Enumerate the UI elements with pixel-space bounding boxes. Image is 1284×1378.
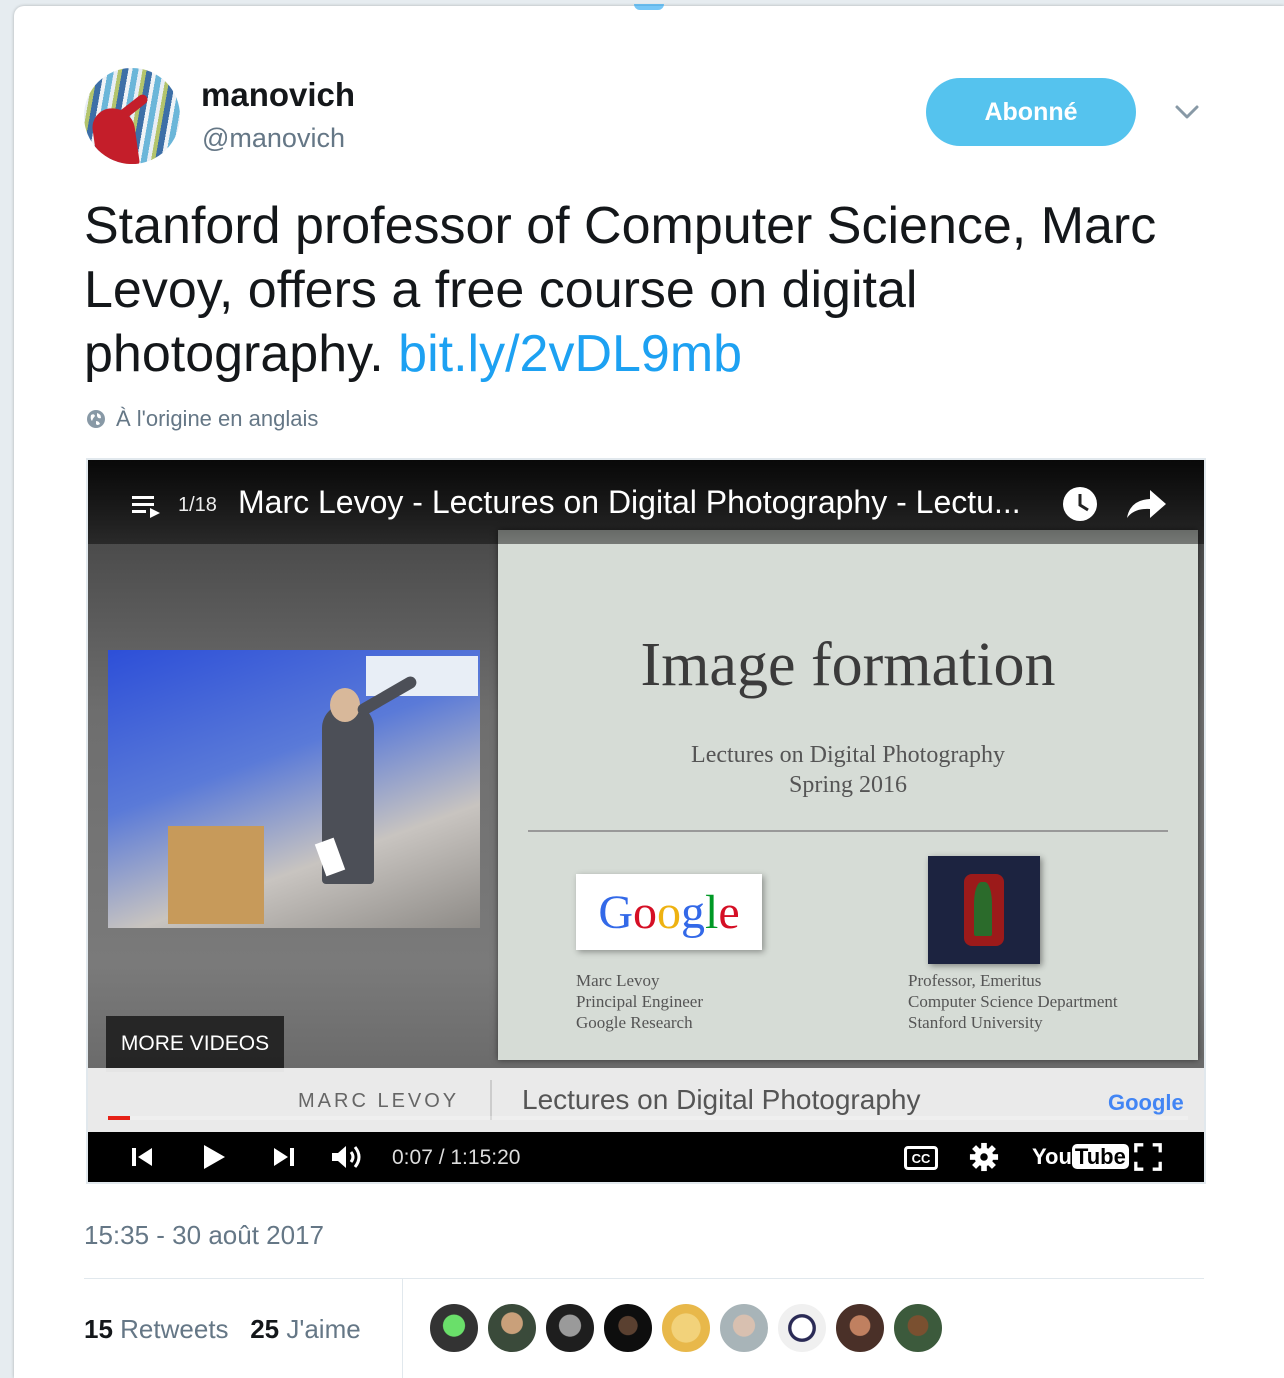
previous-icon[interactable] <box>128 1142 158 1172</box>
credit-right-line: Professor, Emeritus <box>908 971 1042 990</box>
avatar-arm <box>116 92 150 122</box>
liker-avatar[interactable] <box>428 1302 480 1354</box>
avatar[interactable] <box>84 68 180 164</box>
liker-avatar[interactable] <box>602 1302 654 1354</box>
settings-icon[interactable] <box>968 1142 1000 1172</box>
liker-avatar[interactable] <box>544 1302 596 1354</box>
liker-avatar[interactable] <box>834 1302 886 1354</box>
share-icon[interactable] <box>1124 486 1168 522</box>
translation-note: À l'origine en anglais <box>86 406 318 432</box>
lower-third-brand: Google <box>1108 1090 1184 1115</box>
playlist-count: 1/18 <box>178 494 217 516</box>
retweets-count[interactable]: 15 <box>84 1314 113 1344</box>
youtube-you: You <box>1032 1144 1072 1169</box>
liker-avatar[interactable] <box>660 1302 712 1354</box>
tweet-card: manovich @manovich Abonné Stanford profe… <box>14 4 1284 1378</box>
next-icon[interactable] <box>268 1142 298 1172</box>
tweet-text: Stanford professor of Computer Science, … <box>84 194 1224 386</box>
follow-button[interactable]: Abonné <box>926 78 1136 146</box>
slide-title: Image formation <box>640 631 1056 699</box>
chevron-down-icon[interactable] <box>1174 102 1200 122</box>
stanford-logo <box>928 856 1040 964</box>
progress-bar[interactable] <box>108 1116 1188 1120</box>
credit-right-line: Computer Science Department <box>908 992 1118 1011</box>
liker-avatar[interactable] <box>892 1302 944 1354</box>
progress-fill <box>108 1116 130 1120</box>
stanford-tree <box>974 882 992 936</box>
tweet-timestamp[interactable]: 15:35 - 30 août 2017 <box>84 1220 324 1251</box>
credit-left-line: Marc Levoy <box>576 971 660 990</box>
clock-icon[interactable] <box>1060 484 1100 524</box>
slide-date: Spring 2016 <box>788 772 907 798</box>
credit-left: Marc Levoy Principal Engineer Google Res… <box>576 970 703 1033</box>
credit-left-line: Google Research <box>576 1013 693 1032</box>
user-handle[interactable]: @manovich <box>202 123 345 154</box>
divider <box>84 1278 1204 1279</box>
credit-right-line: Stanford University <box>908 1013 1043 1032</box>
lecture-slide: Image formation Lectures on Digital Phot… <box>498 530 1198 1060</box>
top-edge-indicator <box>634 4 664 10</box>
speaker-inset <box>108 650 480 928</box>
credit-left-line: Principal Engineer <box>576 992 703 1011</box>
player-controls: 0:07 / 1:15:20 CC You Tube <box>88 1132 1204 1182</box>
globe-icon <box>87 410 105 428</box>
google-logo: Google <box>576 874 762 950</box>
play-icon[interactable] <box>198 1142 228 1172</box>
playlist-icon[interactable] <box>130 492 164 522</box>
likes-label[interactable]: J'aime <box>286 1314 360 1344</box>
likes-count[interactable]: 25 <box>250 1314 279 1344</box>
time-display: 0:07 / 1:15:20 <box>392 1146 521 1169</box>
volume-icon[interactable] <box>328 1142 368 1172</box>
avatar-figure <box>90 105 140 164</box>
tweet-link[interactable]: bit.ly/2vDL9mb <box>398 325 742 383</box>
retweets-label[interactable]: Retweets <box>120 1314 228 1344</box>
inset-speaker-head <box>330 688 360 722</box>
captions-button[interactable]: CC <box>904 1146 938 1170</box>
inset-podium <box>168 826 264 924</box>
display-name[interactable]: manovich <box>201 76 355 114</box>
lower-third-series: Lectures on Digital Photography <box>522 1084 921 1115</box>
liker-avatar[interactable] <box>776 1302 828 1354</box>
more-videos-button[interactable]: MORE VIDEOS <box>106 1016 284 1072</box>
liker-avatar[interactable] <box>718 1302 770 1354</box>
fullscreen-icon[interactable] <box>1132 1142 1164 1172</box>
liker-avatars <box>428 1302 944 1354</box>
youtube-tube: Tube <box>1071 1144 1129 1169</box>
translation-label: À l'origine en anglais <box>116 406 319 431</box>
lower-third-name: MARC LEVOY <box>298 1090 460 1112</box>
slide-subtitle: Lectures on Digital Photography <box>691 742 1005 768</box>
liker-avatar[interactable] <box>486 1302 538 1354</box>
lower-third-separator <box>490 1080 492 1120</box>
lower-third: MARC LEVOY Lectures on Digital Photograp… <box>88 1068 1204 1132</box>
slide-divider <box>528 830 1168 832</box>
youtube-logo[interactable]: You Tube <box>1032 1144 1129 1170</box>
video-title[interactable]: Marc Levoy - Lectures on Digital Photogr… <box>238 484 1021 521</box>
stats-divider <box>402 1278 403 1378</box>
tweet-stats: 15 Retweets 25 J'aime <box>84 1314 361 1345</box>
video-top-bar: 1/18 Marc Levoy - Lectures on Digital Ph… <box>88 460 1204 544</box>
video-player[interactable]: Image formation Lectures on Digital Phot… <box>86 458 1206 1184</box>
credit-right: Professor, Emeritus Computer Science Dep… <box>908 970 1118 1033</box>
